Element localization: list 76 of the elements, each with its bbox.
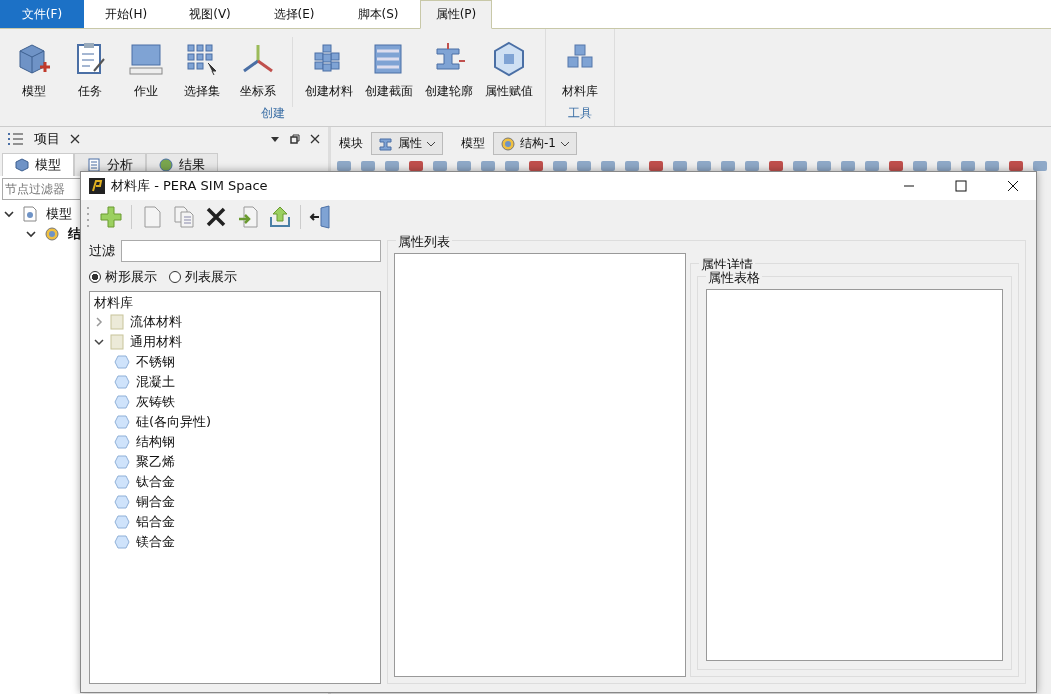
chevron-icon[interactable] — [94, 337, 104, 347]
i-beam-icon — [378, 135, 394, 152]
panel-tab[interactable]: 模型 — [2, 153, 74, 176]
tree-item[interactable]: 结 — [68, 225, 81, 243]
globe-icon — [159, 158, 173, 172]
radio-option[interactable]: 列表展示 — [169, 268, 237, 286]
menu-tab[interactable]: 选择(E) — [252, 0, 336, 28]
hexagon-icon — [114, 395, 130, 409]
tree-item[interactable]: 混凝土 — [136, 373, 175, 391]
field-label: 过滤 — [89, 242, 115, 260]
model-dropdown[interactable]: 结构-1 — [493, 132, 577, 155]
hexagon-icon — [114, 475, 130, 489]
ribbon-button[interactable]: 创建材料 — [299, 41, 359, 100]
chevron-icon[interactable] — [26, 229, 36, 239]
tree-item[interactable]: 硅(各向异性) — [136, 413, 212, 431]
restore-icon[interactable] — [290, 134, 300, 144]
ribbon-button[interactable]: 任务 — [62, 41, 118, 100]
grip-icon — [87, 205, 91, 229]
close-icon[interactable] — [70, 134, 80, 144]
ribbon-button[interactable]: 属性赋值 — [479, 41, 539, 100]
tree-item[interactable]: 钛合金 — [136, 473, 175, 491]
tree-item[interactable]: 模型 — [46, 205, 72, 223]
list-icon — [8, 132, 24, 146]
dropdown-icon[interactable] — [270, 134, 280, 144]
ribbon-button[interactable]: 创建轮廓 — [419, 41, 479, 100]
app-logo-icon — [89, 178, 105, 194]
hexagon-cube-icon — [491, 41, 527, 77]
hexagon-icon — [114, 535, 130, 549]
menu-tab[interactable]: 脚本(S) — [336, 0, 420, 28]
tree-item[interactable]: 通用材料 — [130, 333, 182, 351]
radio-option[interactable]: 树形展示 — [89, 268, 157, 286]
ribbon-button[interactable]: 模型 — [6, 41, 62, 100]
document-icon — [22, 206, 38, 222]
field-label: 模型 — [461, 135, 485, 152]
folder-icon — [110, 314, 124, 330]
close-icon[interactable] — [310, 134, 320, 144]
group-label: 工具 — [568, 105, 592, 122]
tree-item[interactable]: 聚乙烯 — [136, 453, 175, 471]
ribbon-button[interactable]: 材料库 — [552, 41, 608, 100]
hexagon-icon — [114, 435, 130, 449]
tree-item[interactable]: 流体材料 — [130, 313, 182, 331]
hexagon-icon — [114, 455, 130, 469]
ribbon-button[interactable]: 作业 — [118, 41, 174, 100]
tree-item[interactable]: 材料库 — [90, 294, 380, 312]
menu-tab[interactable]: 开始(H) — [84, 0, 168, 28]
tree-item[interactable]: 结构钢 — [136, 433, 175, 451]
tree-item[interactable]: 镁合金 — [136, 533, 175, 551]
upload-icon[interactable] — [268, 205, 292, 229]
menu-tab[interactable]: 视图(V) — [168, 0, 252, 28]
hexagon-icon — [114, 375, 130, 389]
menu-tab[interactable]: 属性(P) — [420, 0, 492, 29]
chevron-icon[interactable] — [4, 209, 14, 219]
group-title: 属性列表 — [396, 233, 452, 251]
hexagon-icon — [114, 415, 130, 429]
group-label: 创建 — [260, 105, 285, 122]
hexagon-icon — [114, 355, 130, 369]
module-dropdown[interactable]: 属性 — [371, 132, 443, 155]
field-label: 模块 — [339, 135, 363, 152]
tree-item[interactable]: 铜合金 — [136, 493, 175, 511]
folder-icon — [110, 334, 124, 350]
ribbon-button[interactable]: 创建截面 — [359, 41, 419, 100]
exit-door-icon[interactable] — [309, 205, 333, 229]
panel-title: 项目 — [34, 130, 60, 148]
monitor-icon — [128, 41, 164, 77]
ribbon-button[interactable]: 选择集 — [174, 41, 230, 100]
ribbon-button[interactable]: 坐标系 — [230, 41, 286, 100]
window-title: 材料库 - PERA SIM Space — [111, 177, 268, 195]
import-icon[interactable] — [236, 205, 260, 229]
hexagon-icon — [114, 515, 130, 529]
tree-item[interactable]: 灰铸铁 — [136, 393, 175, 411]
tree-item[interactable]: 不锈钢 — [136, 353, 175, 371]
delete-icon[interactable] — [204, 205, 228, 229]
hexagon-icon — [114, 495, 130, 509]
filter-field[interactable] — [121, 240, 381, 262]
tree-item[interactable]: 铝合金 — [136, 513, 175, 531]
file-menu[interactable]: 文件(F) — [0, 0, 84, 28]
